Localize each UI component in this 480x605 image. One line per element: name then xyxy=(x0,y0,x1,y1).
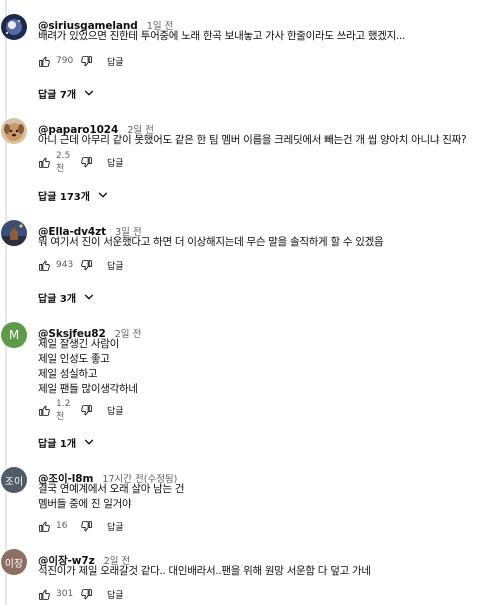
comment-line: 배려가 있었으면 진한테 투어중에 노래 한곡 보내놓고 가사 한줄이라도 쓰라… xyxy=(38,30,406,42)
view-replies-button[interactable]: 답글 1개 xyxy=(38,434,96,450)
dislike-icon[interactable] xyxy=(80,588,93,601)
reply-button[interactable]: 답글 xyxy=(107,259,124,272)
chevron-down-icon xyxy=(96,188,110,202)
like-icon[interactable] xyxy=(38,259,51,272)
comment-actions: 943 답글 xyxy=(38,257,124,273)
comment-line: 아니 근데 아무리 같이 못했어도 같은 한 팀 멤버 이름을 크레딧에서 빼는… xyxy=(38,134,467,146)
avatar-letter: 조이 xyxy=(4,476,24,488)
avatar[interactable] xyxy=(1,118,27,144)
comment-line: 석진이가 제일 오래갈것 같다.. 대인배라서..팬을 위해 원망 서운함 다 … xyxy=(38,565,371,577)
comment-header: @Sksjfeu82 2일 전 xyxy=(38,322,141,340)
comment-line: 제일 성실하고 xyxy=(38,368,98,380)
replies-label: 답글 173개 xyxy=(38,191,90,203)
like-count: 943 xyxy=(56,260,74,270)
comment-header: @paparo1024 2일 전 xyxy=(38,118,154,136)
comment-actions: 790 답글 xyxy=(38,53,124,69)
avatar[interactable]: 조이 xyxy=(1,467,27,493)
comment-line: 멤버들 중에 진 일거야 xyxy=(38,498,132,510)
comment-line: 결국 연예계에서 오래 살아 남는 건 xyxy=(38,483,185,495)
dislike-icon[interactable] xyxy=(80,404,93,417)
comment-actions: 16 답글 xyxy=(38,518,124,534)
avatar[interactable] xyxy=(1,14,27,40)
avatar[interactable]: 이장 xyxy=(1,549,27,575)
view-replies-button[interactable]: 답글 7개 xyxy=(38,85,96,101)
comment-line: 제일 인성도 좋고 xyxy=(38,353,110,365)
reply-button[interactable]: 답글 xyxy=(107,404,124,417)
reply-button[interactable]: 답글 xyxy=(107,588,124,601)
comment-header: @조이-l8m 17시간 전(수정됨) xyxy=(38,467,177,485)
replies-label: 답글 1개 xyxy=(38,438,77,450)
comment-line: 뭐 여기서 진이 서운했다고 하면 더 이상해지는데 무슨 말을 솔직하게 할 … xyxy=(38,236,384,248)
like-icon[interactable] xyxy=(38,55,51,68)
avatar-letter: 이장 xyxy=(4,558,24,570)
like-icon[interactable] xyxy=(38,156,51,169)
comment-header: @이장-w7z 2일 전 xyxy=(38,549,130,567)
view-replies-button[interactable]: 답글 3개 xyxy=(38,289,96,305)
thread-rule xyxy=(5,0,7,605)
dislike-icon[interactable] xyxy=(80,520,93,533)
like-icon[interactable] xyxy=(38,520,51,533)
like-icon[interactable] xyxy=(38,588,51,601)
like-count: 2.5천 xyxy=(56,150,71,174)
reply-button[interactable]: 답글 xyxy=(107,156,124,169)
comment-text: 배려가 있었으면 진한테 투어중에 노래 한곡 보내놓고 가사 한줄이라도 쓰라… xyxy=(38,29,405,44)
comment-header: @siriusgameland 1일 전 xyxy=(38,14,173,32)
dislike-icon[interactable] xyxy=(80,259,93,272)
comment-text: 석진이가 제일 오래갈것 같다.. 대인배라서..팬을 위해 원망 서운함 다 … xyxy=(38,564,371,579)
comment-actions: 301 답글 xyxy=(38,586,124,602)
comment-line: 제일 팬들 많이생각하네 xyxy=(38,383,138,395)
like-icon[interactable] xyxy=(38,404,51,417)
tower-avatar-icon xyxy=(1,220,27,246)
like-count: 16 xyxy=(56,521,68,531)
reply-button[interactable]: 답글 xyxy=(107,55,124,68)
comment-text: 아니 근데 아무리 같이 못했어도 같은 한 팀 멤버 이름을 크레딧에서 빼는… xyxy=(38,133,467,148)
comment-actions: 1.2천 답글 xyxy=(38,399,124,422)
comment-actions: 2.5천 답글 xyxy=(38,151,124,174)
avatar[interactable]: M xyxy=(1,322,27,348)
comment-line: 제일 잘생긴 사람이 xyxy=(38,338,119,350)
comment-text: 제일 잘생긴 사람이 제일 인성도 좋고 제일 성실하고 제일 팬들 많이생각하… xyxy=(38,337,138,397)
view-replies-button[interactable]: 답글 173개 xyxy=(38,187,110,203)
chevron-down-icon xyxy=(82,290,96,304)
replies-label: 답글 7개 xyxy=(38,89,77,101)
dislike-icon[interactable] xyxy=(80,156,93,169)
like-count: 1.2천 xyxy=(56,398,71,422)
galaxy-avatar-icon xyxy=(1,14,27,40)
dog-avatar-icon xyxy=(1,118,27,144)
dislike-icon[interactable] xyxy=(80,55,93,68)
comment-text: 결국 연예계에서 오래 살아 남는 건 멤버들 중에 진 일거야 xyxy=(38,482,185,512)
chevron-down-icon xyxy=(82,435,96,449)
replies-label: 답글 3개 xyxy=(38,293,77,305)
chevron-down-icon xyxy=(82,86,96,100)
avatar-letter: M xyxy=(8,328,20,342)
comment-text: 뭐 여기서 진이 서운했다고 하면 더 이상해지는데 무슨 말을 솔직하게 할 … xyxy=(38,235,384,250)
avatar[interactable] xyxy=(1,220,27,246)
reply-button[interactable]: 답글 xyxy=(107,520,124,533)
like-count: 790 xyxy=(56,56,74,66)
comment-header: @Ella-dv4zt 3일 전 xyxy=(38,220,142,238)
like-count: 301 xyxy=(56,589,74,599)
